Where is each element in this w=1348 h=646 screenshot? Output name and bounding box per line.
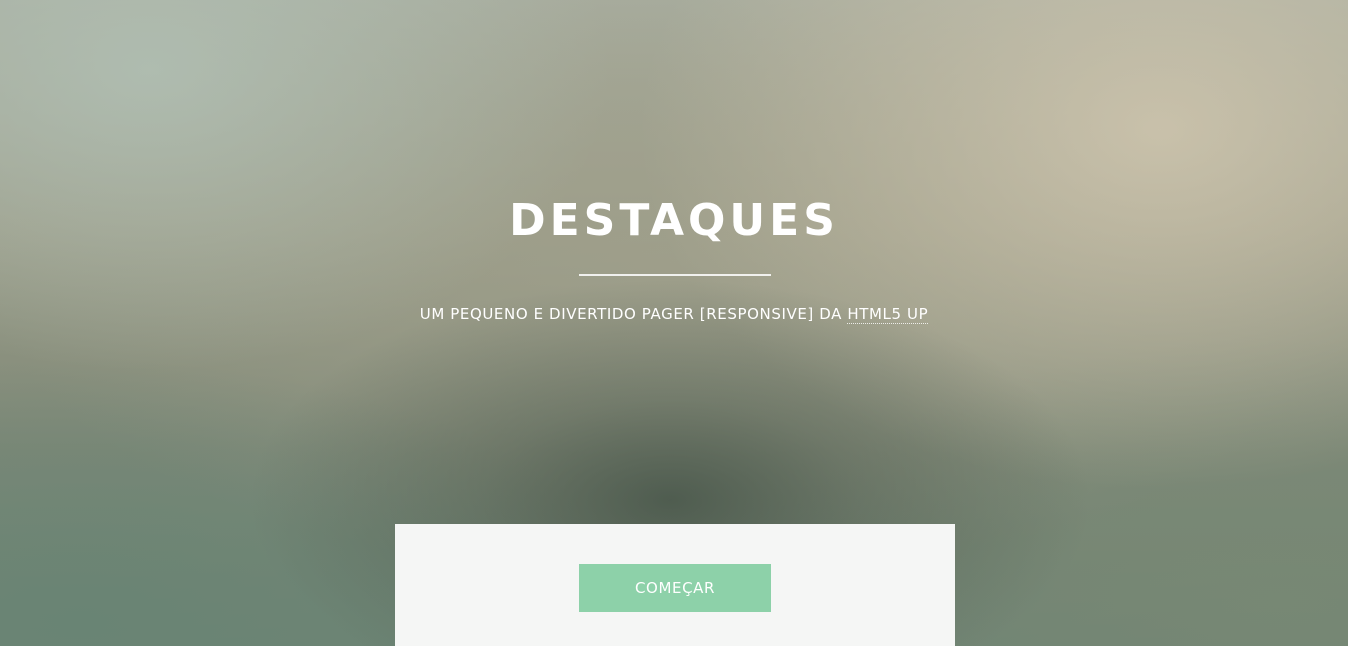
page-title: DESTAQUES bbox=[509, 195, 839, 246]
start-button[interactable]: COMEÇAR bbox=[579, 564, 771, 612]
page-subtitle: UM PEQUENO E DIVERTIDO PAGER [RESPONSIVE… bbox=[0, 304, 1348, 324]
cta-panel: COMEÇAR bbox=[395, 524, 955, 646]
subtitle-text: UM PEQUENO E DIVERTIDO PAGER [RESPONSIVE… bbox=[419, 305, 848, 323]
title-divider bbox=[579, 274, 771, 276]
html5up-link[interactable]: HTML5 UP bbox=[847, 305, 929, 324]
